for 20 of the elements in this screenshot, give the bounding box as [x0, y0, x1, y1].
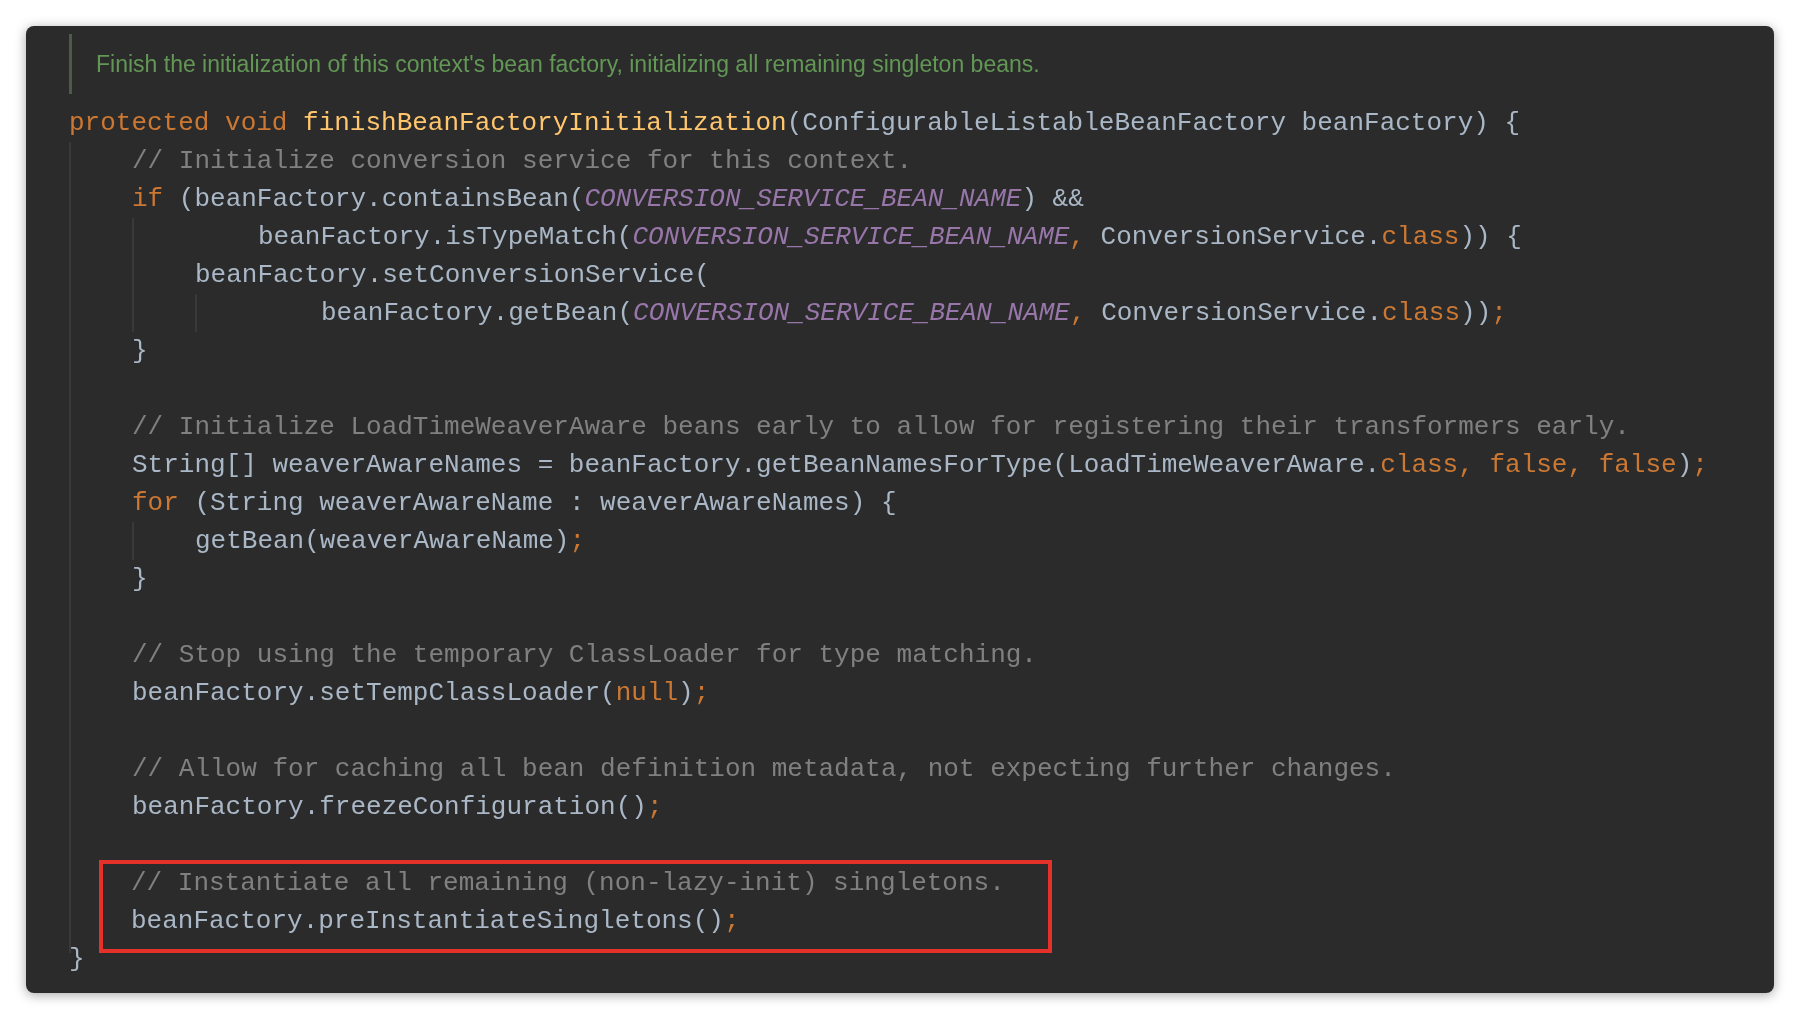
code-line: beanFactory.freezeConfiguration(); [132, 791, 663, 824]
code-line: // Stop using the temporary ClassLoader for type matching. [132, 639, 1037, 672]
code-line: beanFactory.setTempClassLoader(null); [132, 677, 710, 710]
code-line: for (String weaverAwareName : weaverAwareNames) { [132, 487, 897, 520]
code-line: // Allow for caching all bean definition metadata, not expecting further changes. [132, 753, 1396, 786]
code-line: // Initialize LoadTimeWeaverAware beans early to allow for registering their transformers early. [132, 411, 1630, 444]
code-line: } [69, 943, 85, 976]
code-line: getBean(weaverAwareName); [195, 525, 586, 558]
code-line: } [132, 335, 148, 368]
code-line: // Initialize conversion service for this context. [132, 145, 913, 178]
code-line: beanFactory.isTypeMatch(CONVERSION_SERVICE_BEAN_NAME, ConversionService.class)) { [258, 221, 1522, 254]
code-line: if (beanFactory.containsBean(CONVERSION_SERVICE_BEAN_NAME) && [132, 183, 1084, 216]
code-line: } [132, 563, 148, 596]
code-line: beanFactory.preInstantiateSingletons(); [131, 905, 740, 938]
code-line: beanFactory.getBean(CONVERSION_SERVICE_BEAN_NAME, ConversionService.class)); [321, 297, 1507, 330]
code-line: String[] weaverAwareNames = beanFactory.getBeanNamesForType(LoadTimeWeaverAware.class, false, false); [132, 449, 1708, 482]
code-line: protected void finishBeanFactoryInitialization(ConfigurableListableBeanFactory beanFactory) { [69, 107, 1521, 140]
code-line: beanFactory.setConversionService( [195, 259, 710, 292]
doc-comment: Finish the initialization of this context's bean factory, initializing all remaining singleton beans. [96, 49, 1040, 79]
code-line: // Instantiate all remaining (non-lazy-init) singletons. [131, 867, 1005, 900]
